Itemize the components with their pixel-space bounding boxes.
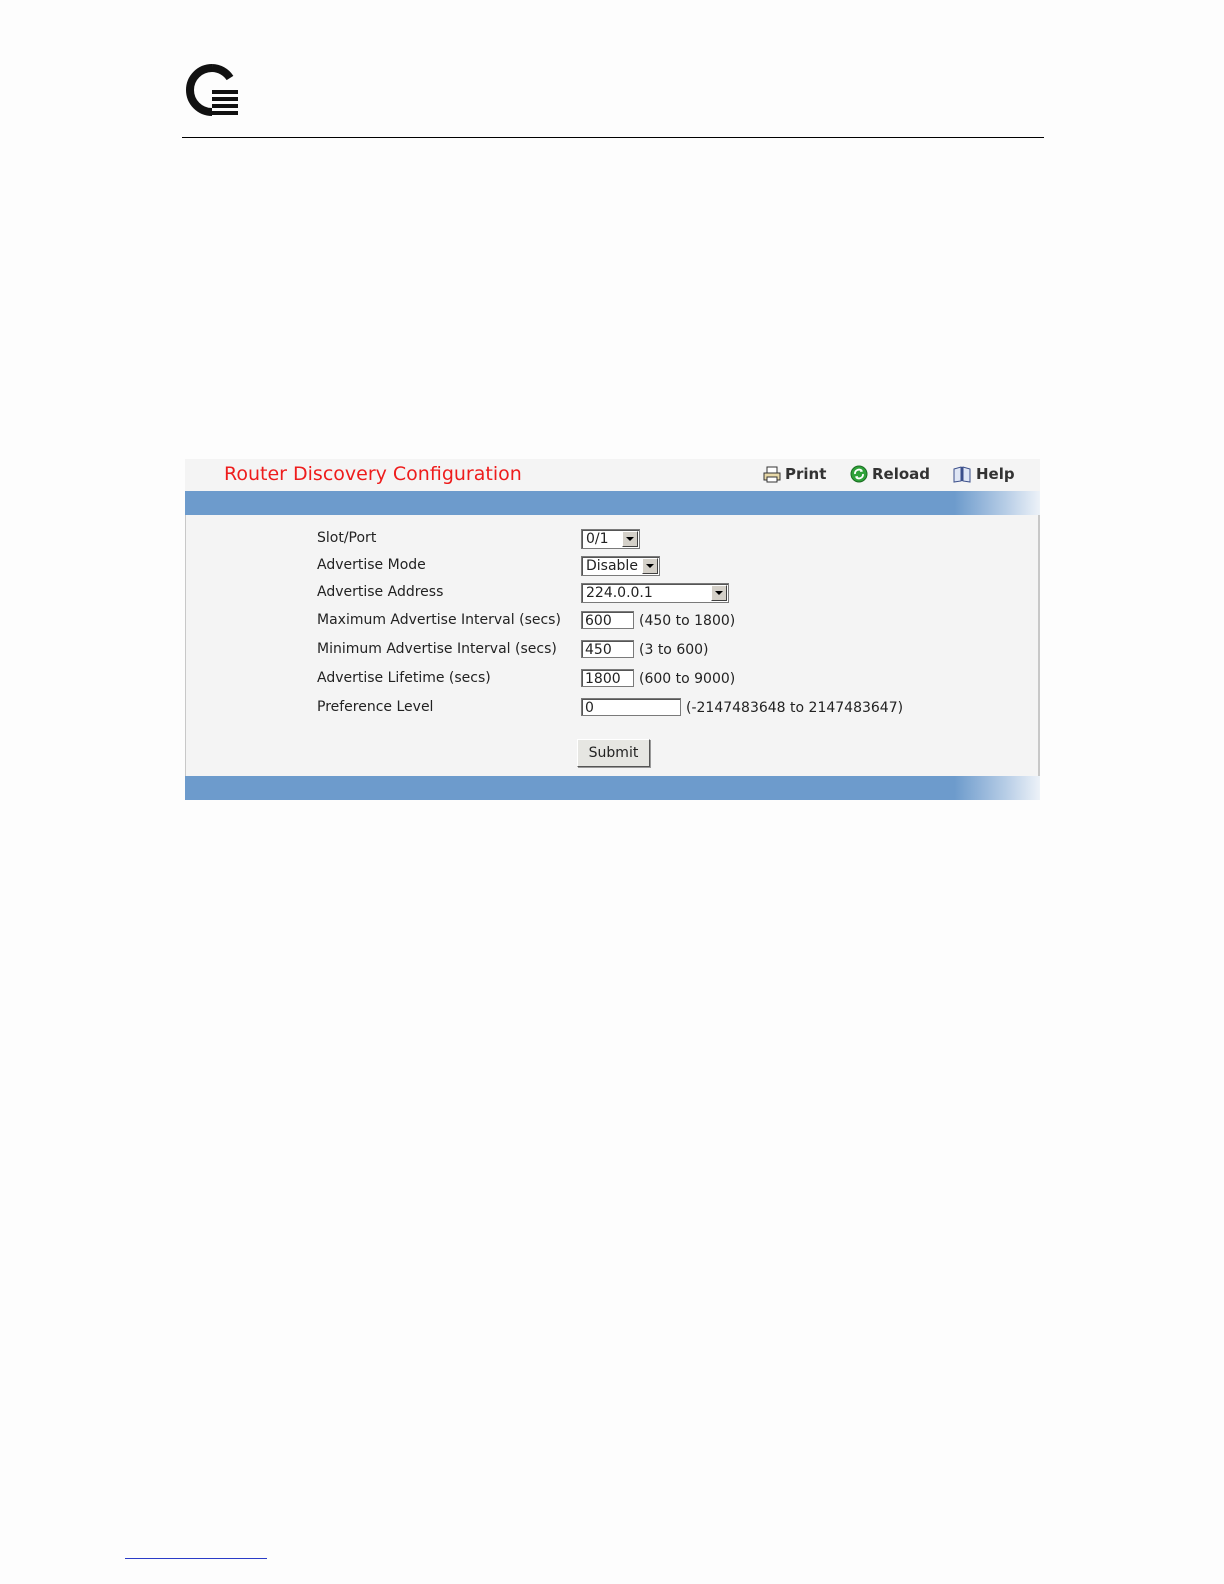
printer-icon (763, 466, 781, 482)
min-interval-label: Minimum Advertise Interval (secs) (317, 641, 557, 657)
print-label: Print (785, 465, 827, 483)
reload-button[interactable]: Reload (850, 465, 930, 483)
chevron-down-icon[interactable] (711, 585, 727, 601)
preference-input[interactable]: 0 (581, 698, 681, 716)
slot-port-label: Slot/Port (317, 530, 377, 546)
slot-port-select[interactable]: 0/1 (581, 529, 640, 549)
footer-link-underline[interactable] (125, 1558, 267, 1559)
advertise-mode-label: Advertise Mode (317, 557, 426, 573)
lifetime-input[interactable]: 1800 (581, 669, 634, 687)
header-rule (182, 137, 1044, 138)
preference-label: Preference Level (317, 699, 434, 715)
advertise-address-value: 224.0.0.1 (586, 585, 653, 601)
form-body: Slot/Port 0/1 Advertise Mode Disable Adv… (185, 515, 1040, 776)
lifetime-range: (600 to 9000) (639, 671, 736, 687)
panel-titlebar: Router Discovery Configuration Print Rel… (185, 459, 1040, 491)
preference-range: (-2147483648 to 2147483647) (686, 700, 904, 716)
book-help-icon (953, 465, 971, 483)
min-interval-input[interactable]: 450 (581, 640, 634, 658)
max-interval-input[interactable]: 600 (581, 611, 634, 629)
print-button[interactable]: Print (763, 465, 826, 483)
header-band (185, 491, 1040, 515)
lifetime-label: Advertise Lifetime (secs) (317, 670, 491, 686)
reload-icon (850, 465, 868, 483)
footer-band (185, 776, 1040, 800)
page-title: Router Discovery Configuration (224, 463, 522, 485)
advertise-mode-value: Disable (586, 558, 638, 574)
submit-button[interactable]: Submit (577, 739, 650, 767)
help-button[interactable]: Help (952, 465, 1015, 483)
help-label: Help (976, 465, 1015, 483)
min-interval-range: (3 to 600) (639, 642, 709, 658)
slot-port-value: 0/1 (586, 531, 609, 547)
reload-label: Reload (872, 465, 931, 483)
max-interval-label: Maximum Advertise Interval (secs) (317, 612, 561, 628)
advertise-mode-select[interactable]: Disable (581, 556, 660, 576)
advertise-address-label: Advertise Address (317, 584, 444, 600)
chevron-down-icon[interactable] (642, 558, 658, 574)
router-discovery-panel: Router Discovery Configuration Print Rel… (185, 459, 1040, 801)
chevron-down-icon[interactable] (622, 531, 638, 547)
advertise-address-select[interactable]: 224.0.0.1 (581, 583, 729, 603)
max-interval-range: (450 to 1800) (639, 613, 736, 629)
q-logo-icon (186, 64, 238, 116)
